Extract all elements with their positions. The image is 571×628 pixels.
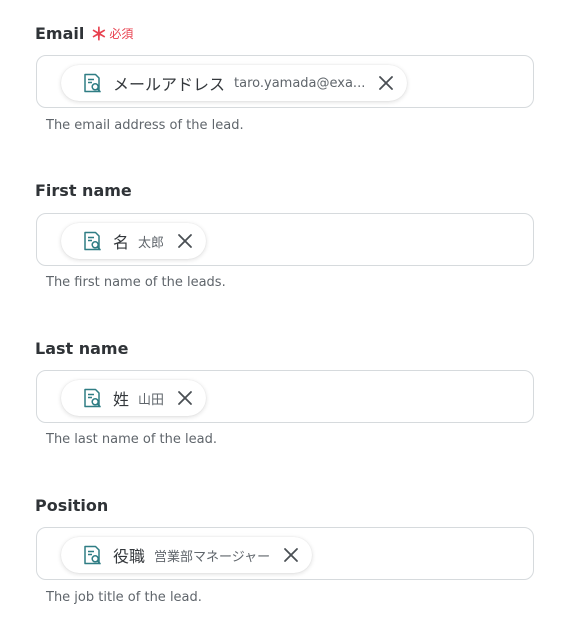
first-name-label-text: First name — [35, 180, 132, 200]
email-field-label: Email ＊ 必須 — [35, 22, 133, 44]
chip-label: メールアドレス — [113, 75, 226, 94]
close-icon[interactable] — [174, 230, 196, 252]
first-name-variable-chip[interactable]: 名 太郎 — [61, 223, 207, 259]
last-name-variable-chip[interactable]: 姓 山田 — [61, 380, 207, 416]
email-label-text: Email — [35, 23, 85, 43]
email-help-text: The email address of the lead. — [46, 118, 244, 133]
required-label: 必須 — [109, 26, 134, 41]
close-icon[interactable] — [375, 72, 397, 94]
chip-value: 山田 — [138, 392, 165, 408]
position-label-text: Position — [35, 495, 109, 515]
close-icon[interactable] — [280, 544, 302, 566]
last-name-input[interactable]: 姓 山田 — [36, 370, 534, 423]
email-input[interactable]: メールアドレス taro.yamada@exa... — [36, 55, 534, 108]
close-icon[interactable] — [174, 387, 196, 409]
required-asterisk: ＊ — [90, 24, 108, 45]
document-search-icon — [81, 544, 103, 566]
position-input[interactable]: 役職 営業部マネージャー — [36, 527, 534, 580]
chip-label: 役職 — [113, 547, 146, 566]
last-name-help-text: The last name of the lead. — [46, 432, 217, 447]
document-search-icon — [81, 387, 103, 409]
chip-value: 太郎 — [138, 235, 165, 251]
email-variable-chip[interactable]: メールアドレス taro.yamada@exa... — [61, 65, 408, 101]
first-name-input[interactable]: 名 太郎 — [36, 213, 534, 266]
chip-value: 営業部マネージャー — [154, 549, 271, 565]
position-field-label: Position — [35, 494, 108, 516]
position-help-text: The job title of the lead. — [46, 590, 202, 605]
chip-value: taro.yamada@exa... — [234, 75, 366, 91]
chip-label: 名 — [113, 233, 130, 252]
document-search-icon — [81, 72, 103, 94]
chip-label: 姓 — [113, 390, 130, 409]
first-name-field-label: First name — [35, 179, 132, 201]
position-variable-chip[interactable]: 役職 営業部マネージャー — [61, 537, 313, 573]
document-search-icon — [81, 230, 103, 252]
first-name-help-text: The first name of the leads. — [46, 275, 226, 290]
last-name-label-text: Last name — [35, 338, 129, 358]
last-name-field-label: Last name — [35, 337, 128, 359]
